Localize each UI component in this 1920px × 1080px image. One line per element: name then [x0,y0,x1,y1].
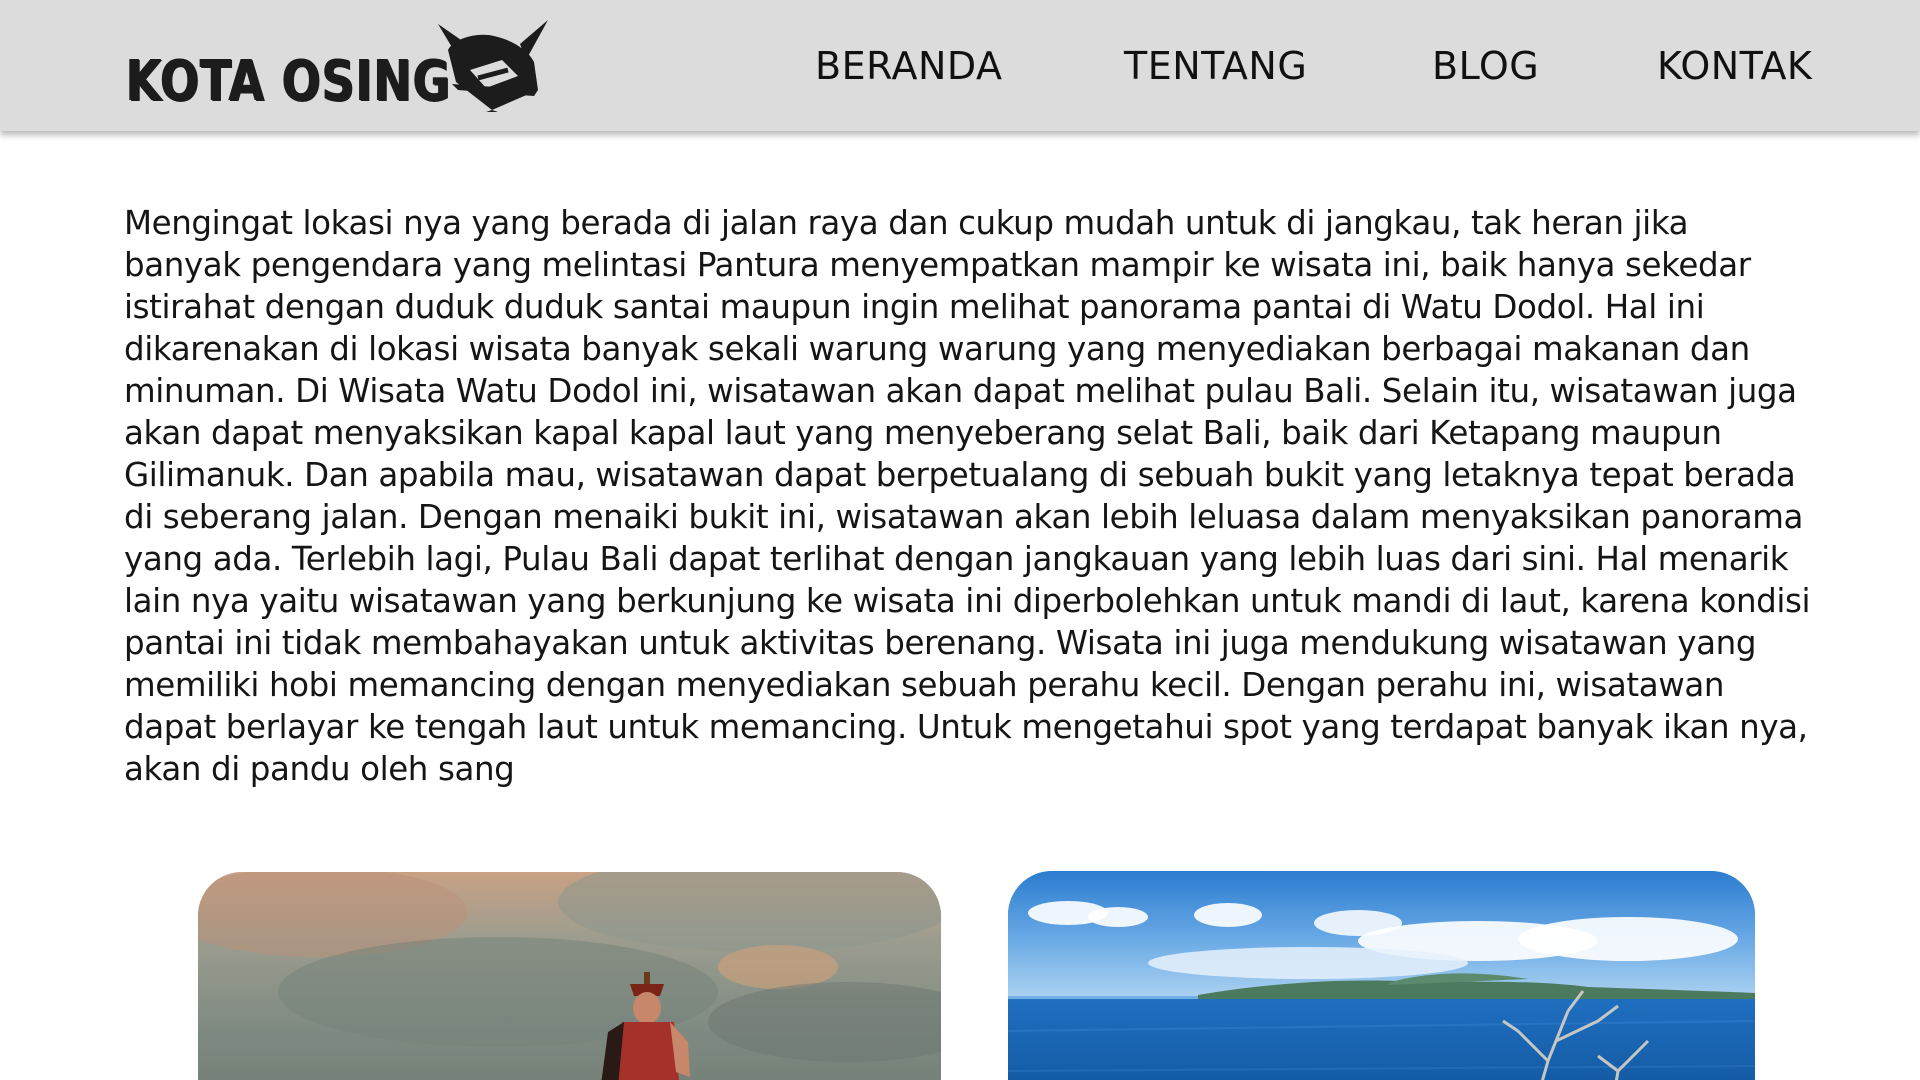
page: KOTA OSING BERANDA TENTANG BLOG KONTAK M… [0,0,1920,1080]
sea-photo-illustration [1008,871,1755,1080]
gallery-image-sea-view [1008,871,1755,1080]
article-body: Mengingat lokasi nya yang berada di jala… [124,204,1811,788]
site-logo[interactable]: KOTA OSING [126,18,548,118]
nav-beranda[interactable]: BERANDA [815,44,1002,88]
nav-kontak[interactable]: KONTAK [1657,44,1812,88]
statue-photo-illustration [198,872,941,1080]
nav-tentang[interactable]: TENTANG [1124,44,1307,88]
logo-text: KOTA OSING [126,49,452,114]
osing-headdress-icon [438,20,548,112]
site-header: KOTA OSING BERANDA TENTANG BLOG KONTAK [0,0,1920,131]
nav-blog[interactable]: BLOG [1432,44,1539,88]
gallery-image-statue [198,872,941,1080]
